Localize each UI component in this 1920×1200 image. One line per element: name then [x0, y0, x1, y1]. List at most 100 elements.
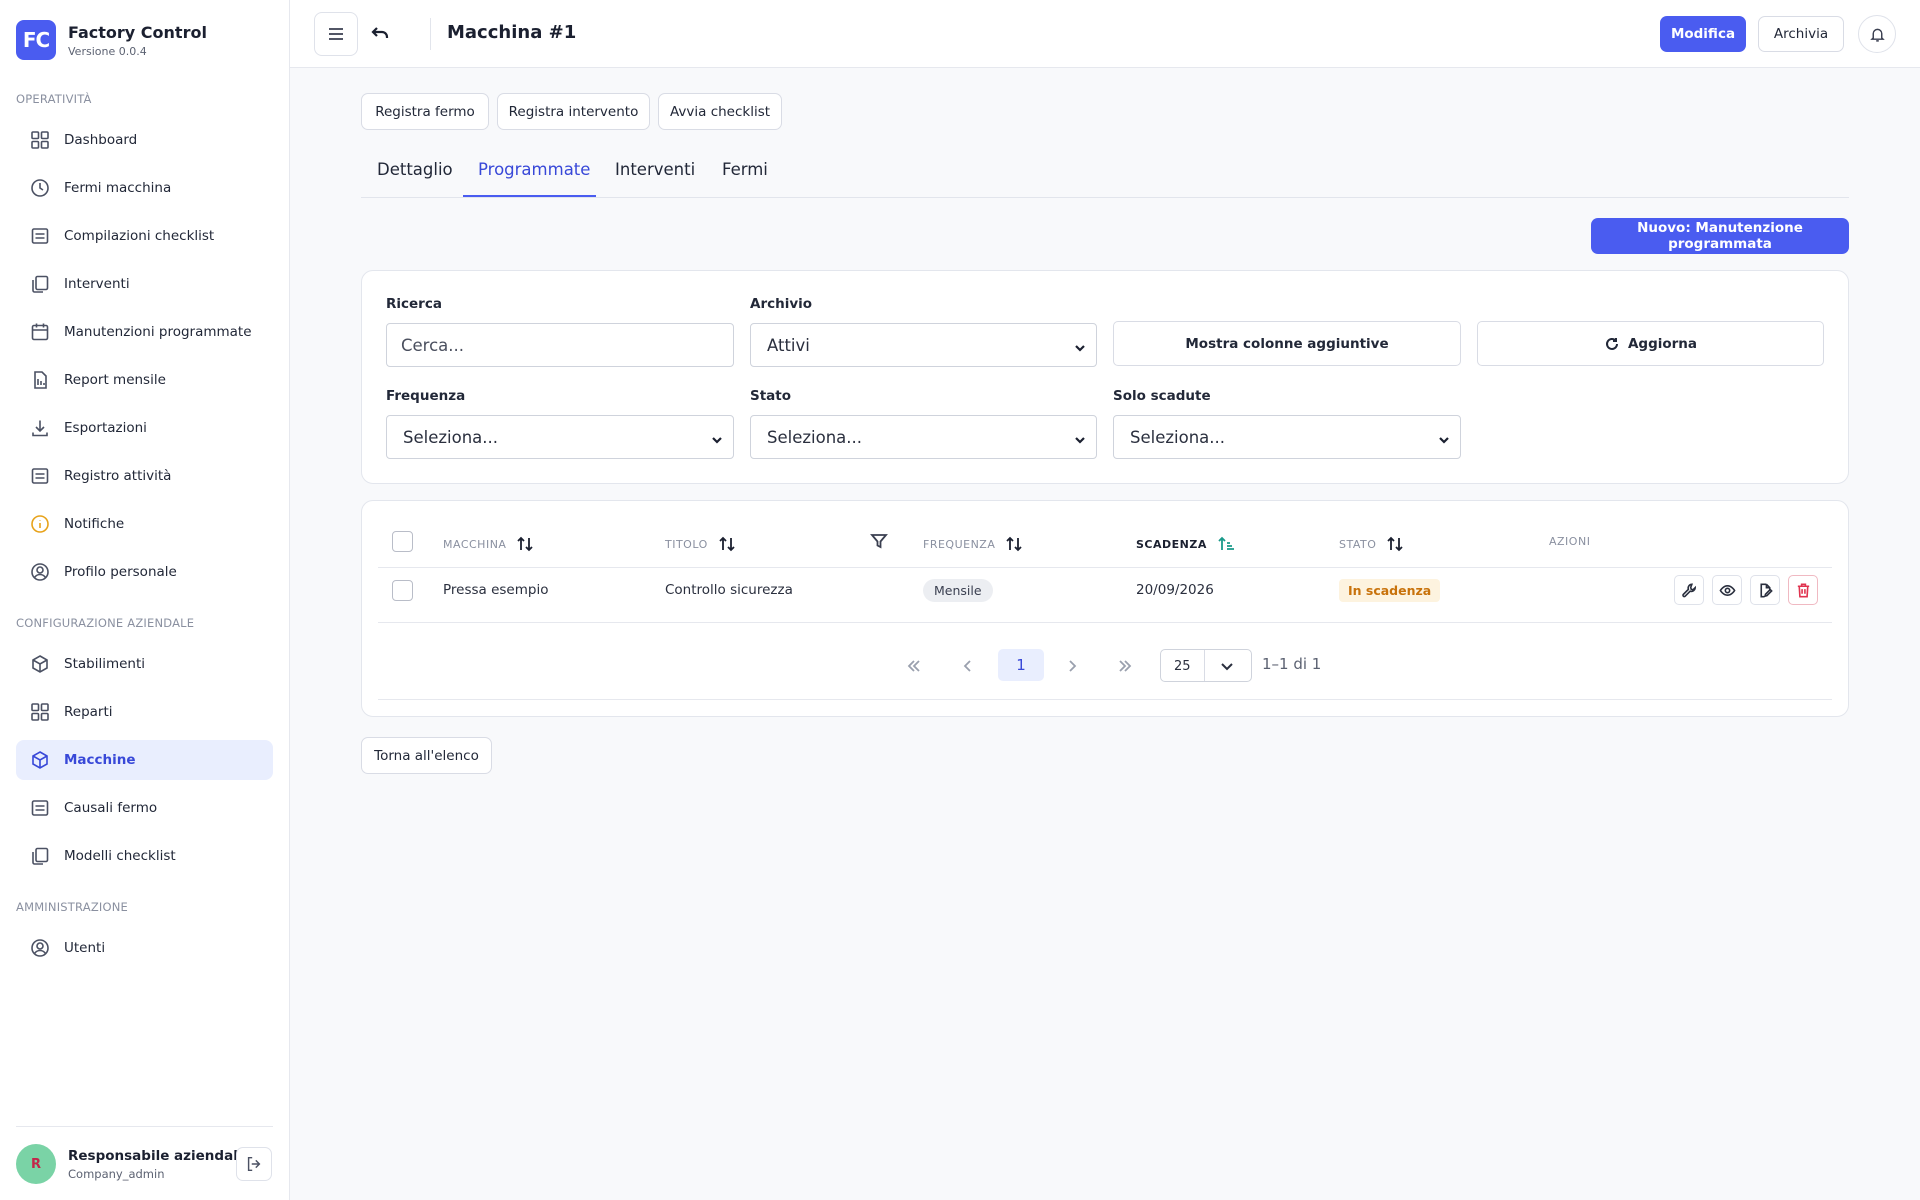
- frequency-select-value: Seleziona...: [403, 427, 499, 447]
- row-divider: [378, 622, 1832, 623]
- cube-icon: [29, 653, 51, 675]
- archive-select[interactable]: Attivi: [750, 323, 1097, 367]
- clock-icon: [29, 177, 51, 199]
- copy-icon: [29, 845, 51, 867]
- refresh-icon: [1604, 336, 1620, 352]
- section-label-configurazione: CONFIGURAZIONE AZIENDALE: [16, 616, 195, 630]
- sidebar-divider: [16, 1126, 273, 1127]
- section-label-amministrazione: AMMINISTRAZIONE: [16, 900, 129, 914]
- sidebar-item-stabilimenti[interactable]: Stabilimenti: [16, 644, 273, 684]
- column-label: AZIONI: [1549, 535, 1591, 548]
- refresh-button[interactable]: Aggiorna: [1477, 321, 1824, 366]
- archive-select-value: Attivi: [767, 335, 810, 355]
- header-row-divider: [378, 567, 1832, 568]
- frequency-label: Frequenza: [386, 388, 466, 404]
- first-page-button[interactable]: [902, 654, 926, 678]
- pagination-range: 1–1 di 1: [1262, 655, 1322, 673]
- select-all-checkbox[interactable]: [392, 531, 413, 552]
- tab-fermi[interactable]: Fermi: [722, 160, 768, 179]
- refresh-label: Aggiorna: [1627, 335, 1698, 352]
- user-icon: [29, 937, 51, 959]
- new-scheduled-maintenance-button[interactable]: Nuovo: Manutenzione programmata: [1591, 218, 1849, 254]
- tab-programmate[interactable]: Programmate: [478, 160, 590, 179]
- status-badge: In scadenza: [1339, 579, 1441, 602]
- register-intervention-button[interactable]: Registra intervento: [497, 93, 650, 130]
- back-to-list-button[interactable]: Torna all'elenco: [361, 737, 492, 774]
- status-select[interactable]: Seleziona...: [750, 415, 1097, 459]
- info-icon: [29, 513, 51, 535]
- grid-icon: [29, 701, 51, 723]
- sidebar-item-compilazioni-checklist[interactable]: Compilazioni checklist: [16, 216, 273, 256]
- column-header-scadenza[interactable]: SCADENZA: [1136, 535, 1235, 553]
- start-checklist-button[interactable]: Avvia checklist: [658, 93, 782, 130]
- archive-button[interactable]: Archivia: [1758, 16, 1844, 52]
- sidebar-item-dashboard[interactable]: Dashboard: [16, 120, 273, 160]
- user-role: Company_admin: [68, 1166, 165, 1181]
- column-header-titolo[interactable]: TITOLO: [665, 535, 736, 553]
- double-chevron-left-icon: [906, 658, 922, 674]
- view-button[interactable]: [1712, 575, 1742, 605]
- archive-label: Archivio: [750, 296, 813, 312]
- sidebar-item-esportazioni[interactable]: Esportazioni: [16, 408, 273, 448]
- register-stop-button[interactable]: Registra fermo: [361, 93, 489, 130]
- brand[interactable]: FC Factory Control Versione 0.0.4: [16, 20, 207, 60]
- sidebar-item-registro-attivita[interactable]: Registro attività: [16, 456, 273, 496]
- sidebar-item-label: Report mensile: [64, 372, 166, 388]
- previous-page-button[interactable]: [956, 654, 980, 678]
- edit-row-button[interactable]: [1750, 575, 1780, 605]
- more-columns-button[interactable]: Mostra colonne aggiuntive: [1113, 321, 1461, 366]
- column-label: STATO: [1339, 537, 1377, 551]
- back-button[interactable]: [364, 18, 396, 50]
- user-profile[interactable]: R Responsabile aziendale Company_admin: [16, 1144, 247, 1184]
- menu-toggle-button[interactable]: [314, 12, 358, 56]
- select-divider: [1204, 650, 1205, 681]
- sidebar-item-macchine[interactable]: Macchine: [16, 740, 273, 780]
- undo-icon: [370, 24, 390, 44]
- next-page-button[interactable]: [1060, 654, 1084, 678]
- overdue-select[interactable]: Seleziona...: [1113, 415, 1461, 459]
- sidebar-item-causali-fermo[interactable]: Causali fermo: [16, 788, 273, 828]
- logout-button[interactable]: [236, 1147, 272, 1181]
- filter-icon: [870, 532, 888, 550]
- sidebar-item-notifiche[interactable]: Notifiche: [16, 504, 273, 544]
- sort-icon: [516, 535, 534, 553]
- sidebar-item-label: Utenti: [64, 940, 106, 956]
- execute-maintenance-button[interactable]: [1674, 575, 1704, 605]
- sidebar-item-modelli-checklist[interactable]: Modelli checklist: [16, 836, 273, 876]
- edit-button[interactable]: Modifica: [1660, 16, 1746, 52]
- row-checkbox[interactable]: [392, 580, 413, 601]
- sidebar-item-manutenzioni-programmate[interactable]: Manutenzioni programmate: [16, 312, 273, 352]
- column-header-frequenza[interactable]: FREQUENZA: [923, 535, 1023, 553]
- tab-dettaglio[interactable]: Dettaglio: [377, 160, 453, 179]
- tabs-divider: [361, 197, 1849, 198]
- column-label: TITOLO: [665, 537, 708, 551]
- header-divider: [430, 18, 431, 50]
- filter-column-button[interactable]: [870, 532, 888, 550]
- tab-interventi[interactable]: Interventi: [615, 160, 695, 179]
- notifications-button[interactable]: [1858, 15, 1896, 53]
- delete-button[interactable]: [1788, 575, 1818, 605]
- sort-icon: [1005, 535, 1023, 553]
- search-input[interactable]: Cerca...: [386, 323, 734, 367]
- frequency-select[interactable]: Seleziona...: [386, 415, 734, 459]
- sidebar-item-profilo-personale[interactable]: Profilo personale: [16, 552, 273, 592]
- chevron-right-icon: [1064, 658, 1080, 674]
- wrench-icon: [1681, 582, 1698, 599]
- sidebar-item-report-mensile[interactable]: Report mensile: [16, 360, 273, 400]
- sidebar-item-reparti[interactable]: Reparti: [16, 692, 273, 732]
- last-page-button[interactable]: [1113, 654, 1137, 678]
- page-1-button[interactable]: 1: [998, 649, 1044, 681]
- chevron-down-icon: [711, 431, 723, 444]
- column-header-azioni: AZIONI: [1549, 535, 1590, 548]
- list-icon: [29, 797, 51, 819]
- copy-icon: [29, 273, 51, 295]
- sort-icon: [1386, 535, 1404, 553]
- column-header-macchina[interactable]: MACCHINA: [443, 535, 534, 553]
- rows-per-page-select[interactable]: 25: [1160, 649, 1252, 682]
- sidebar-item-utenti[interactable]: Utenti: [16, 928, 273, 968]
- logout-icon: [245, 1155, 263, 1173]
- sidebar-item-fermi-macchina[interactable]: Fermi macchina: [16, 168, 273, 208]
- column-header-stato[interactable]: STATO: [1339, 535, 1404, 553]
- table-panel: [361, 500, 1849, 717]
- sidebar-item-interventi[interactable]: Interventi: [16, 264, 273, 304]
